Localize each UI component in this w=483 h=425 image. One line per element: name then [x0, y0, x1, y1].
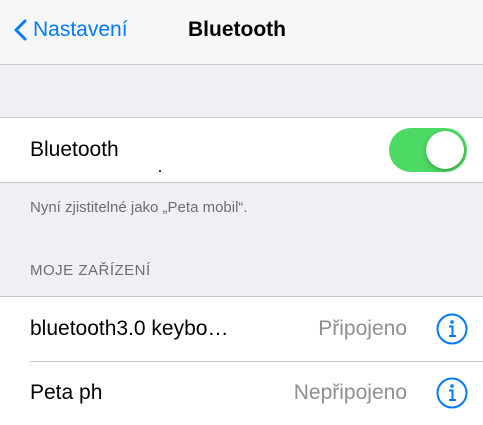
- device-name: bluetooth3.0 keybo…: [30, 317, 229, 340]
- device-row[interactable]: bluetooth3.0 keybo… Připojeno: [0, 297, 483, 361]
- bluetooth-toggle-switch[interactable]: [389, 128, 467, 172]
- stray-dot: [159, 170, 161, 172]
- discoverable-text: Nyní zjistitelné jako „Peta mobil“.: [30, 199, 248, 216]
- back-button-label: Nastavení: [33, 18, 128, 41]
- back-button[interactable]: Nastavení: [14, 13, 128, 47]
- navigation-bar: Nastavení Bluetooth: [0, 0, 483, 65]
- bluetooth-toggle-group: Bluetooth: [0, 117, 483, 183]
- bluetooth-toggle-label: Bluetooth: [30, 138, 119, 161]
- device-status: Nepřipojeno: [293, 381, 407, 404]
- my-devices-header: MOJE ZAŘÍZENÍ: [30, 262, 151, 279]
- toggle-knob: [426, 131, 464, 169]
- device-name: Peta ph: [30, 381, 103, 404]
- my-devices-list: bluetooth3.0 keybo… Připojeno Peta ph Ne…: [0, 296, 483, 425]
- chevron-left-icon: [14, 19, 27, 41]
- info-icon[interactable]: [436, 313, 468, 345]
- info-icon[interactable]: [436, 377, 468, 409]
- bluetooth-toggle-row: Bluetooth: [0, 118, 483, 182]
- device-status: Připojeno: [318, 317, 407, 340]
- device-row[interactable]: Peta ph Nepřipojeno: [0, 361, 483, 425]
- page-title: Bluetooth: [188, 18, 286, 41]
